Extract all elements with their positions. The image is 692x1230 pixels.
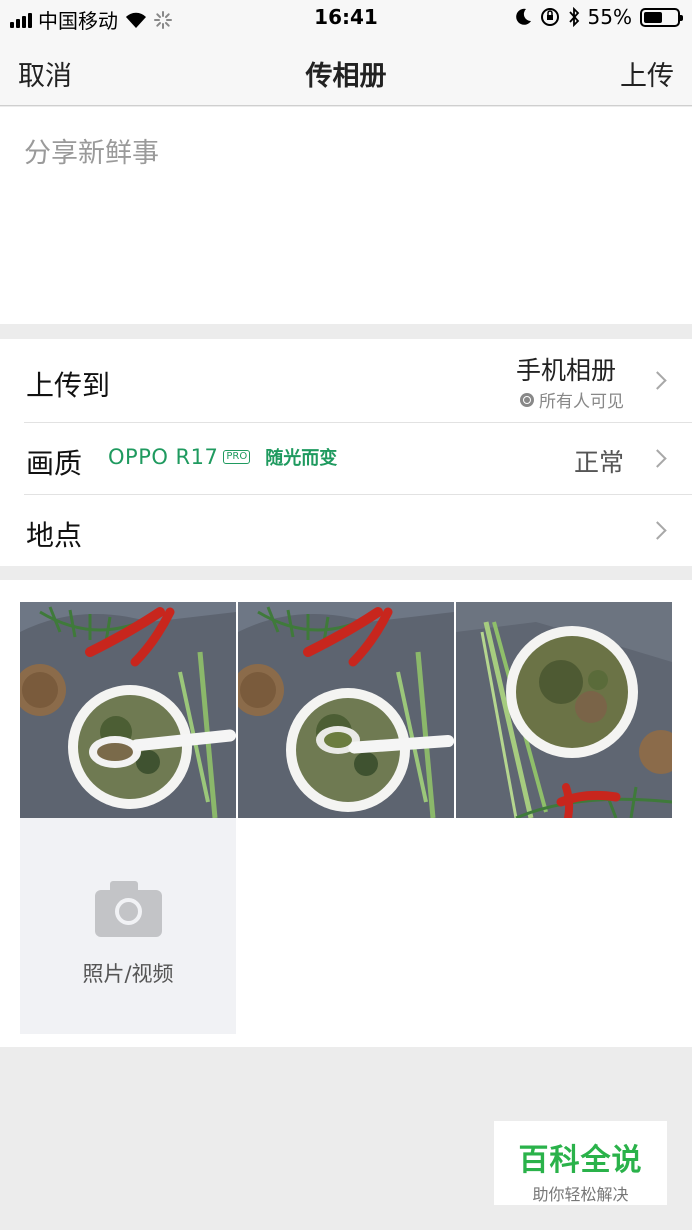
page-title: 传相册 [305,61,387,92]
watermark-logo: 百科全说 助你轻松解决 [494,1121,667,1205]
soup-photo-image [456,602,672,818]
upload-to-row[interactable]: 上传到 手机相册 所有人可见 [0,339,692,422]
cancel-button[interactable]: 取消 [18,54,72,93]
compose-area [0,107,692,324]
share-text-input[interactable] [0,107,692,324]
add-photo-video-label: 照片/视频 [82,962,174,986]
bluetooth-icon [568,7,579,27]
upload-button[interactable]: 上传 [620,54,674,93]
photo-thumbnail[interactable] [20,602,236,818]
album-name: 手机相册 [515,356,616,385]
album-privacy: 所有人可见 [520,387,624,412]
status-bar: 中国移动 16:41 55% [0,0,692,36]
oppo-ad-banner[interactable]: OPPO R17 PRO 随光而变 [108,444,337,470]
battery-icon [640,7,683,27]
quality-row[interactable]: 画质 OPPO R17 PRO 随光而变 正常 [0,423,692,494]
media-grid: 照片/视频 [0,580,692,1047]
chevron-right-icon [648,449,667,468]
watermark-subtitle: 助你轻松解决 [532,1185,629,1204]
photo-thumbnail[interactable] [238,602,454,818]
ad-brand: OPPO R17 [108,445,219,469]
battery-percent: 55% [587,5,632,29]
ad-slogan: 随光而变 [265,448,338,469]
chevron-right-icon [648,521,667,540]
soup-photo-image [20,602,236,818]
rotation-lock-icon [540,8,559,26]
photo-thumbnail[interactable] [456,602,672,818]
location-row[interactable]: 地点 [0,495,692,566]
chevron-right-icon [648,371,667,390]
settings-list: 上传到 手机相册 所有人可见 画质 OPPO R17 PRO 随光而变 正常 地… [0,339,692,566]
watermark-title: 百科全说 [518,1143,643,1178]
upload-to-label: 上传到 [26,369,111,402]
moon-icon [515,8,531,25]
privacy-label: 所有人可见 [539,392,624,412]
quality-value: 正常 [573,448,624,477]
location-label: 地点 [26,519,83,552]
nav-bar: 取消 传相册 上传 [0,36,692,106]
add-photo-video-button[interactable]: 照片/视频 [20,818,236,1034]
status-right: 55% [515,5,683,29]
battery-fill [644,11,662,23]
soup-photo-image [238,602,454,818]
ad-pro-badge: PRO [223,450,251,464]
camera-lens-icon [115,898,142,925]
globe-icon [520,392,534,407]
quality-label: 画质 [26,447,83,480]
